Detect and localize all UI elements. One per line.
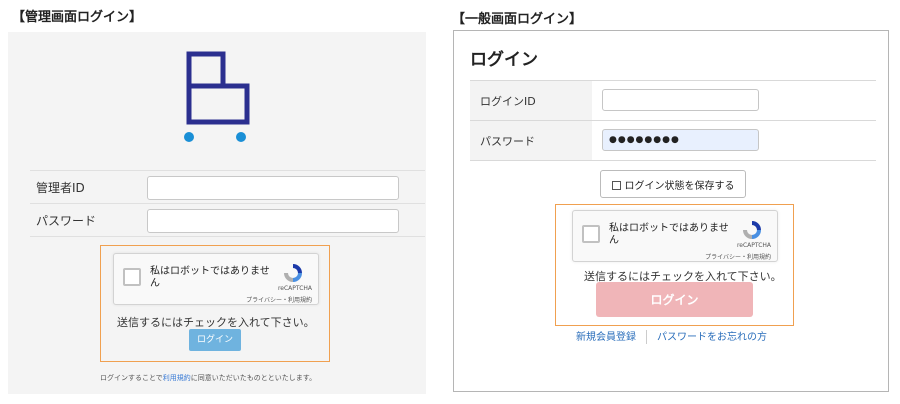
link-separator: [646, 330, 647, 344]
user-links: 新規会員登録 パスワードをお忘れの方: [576, 328, 767, 344]
user-login-panel: ログイン ログインID パスワード ●●●●●●●● ログイン状態を保存する 私…: [453, 30, 889, 392]
admin-captcha-box: 私はロボットではありません reCAPTCHA プライバシー・利用規約 送信する…: [100, 245, 330, 362]
user-login-form: ログインID パスワード ●●●●●●●●: [470, 80, 876, 161]
terms-link[interactable]: 利用規約: [163, 374, 191, 382]
forgot-password-link[interactable]: パスワードをお忘れの方: [657, 332, 767, 343]
user-id-label-cell: ログインID: [470, 81, 592, 120]
checkbox-square-icon: [611, 181, 621, 190]
user-login-button[interactable]: ログイン: [596, 282, 753, 317]
recaptcha-privacy-terms-link[interactable]: プライバシー・利用規約: [246, 295, 312, 304]
cart-logo-icon: [184, 51, 250, 142]
recaptcha-brand: reCAPTCHA: [277, 285, 312, 292]
user-password-row: パスワード ●●●●●●●●: [470, 120, 876, 161]
divider: [30, 236, 425, 237]
admin-captcha-note: 送信するにはチェックを入れて下さい。: [117, 316, 315, 329]
recaptcha-icon: [284, 264, 302, 282]
admin-recaptcha-widget: 私はロボットではありません reCAPTCHA プライバシー・利用規約: [113, 253, 319, 305]
user-captcha-box: 私はロボットではありません reCAPTCHA プライバシー・利用規約 送信する…: [555, 204, 794, 326]
user-id-input[interactable]: [602, 89, 759, 111]
user-recaptcha-checkbox[interactable]: [582, 225, 600, 243]
save-login-state-button[interactable]: ログイン状態を保存する: [600, 170, 746, 198]
user-password-label-cell: パスワード: [470, 121, 592, 160]
admin-terms-agreement: ログインすることで利用規約に同意いただいたものとといたします。: [100, 373, 316, 383]
admin-id-label: 管理者ID: [36, 181, 85, 195]
recaptcha-checkbox-text: 私はロボットではありません: [609, 223, 729, 246]
user-login-heading: 【一般画面ログイン】: [452, 12, 583, 27]
user-password-label: パスワード: [480, 135, 535, 148]
user-password-input[interactable]: ●●●●●●●●: [602, 129, 759, 151]
recaptcha-checkbox-text: 私はロボットではありません: [150, 266, 270, 289]
admin-password-row: パスワード: [30, 203, 425, 236]
user-login-title: ログイン: [470, 50, 538, 70]
admin-login-button[interactable]: ログイン: [189, 329, 241, 351]
agree-prefix: ログインすることで: [100, 374, 163, 382]
admin-id-input[interactable]: [147, 176, 399, 200]
recaptcha-privacy-terms-link[interactable]: プライバシー・利用規約: [705, 252, 771, 261]
register-link[interactable]: 新規会員登録: [576, 332, 636, 343]
save-login-state-label: ログイン状態を保存する: [624, 180, 735, 192]
admin-login-panel: 管理者ID パスワード 私はロボットではありません reCAPTCHA プライバ…: [8, 32, 426, 394]
recaptcha-icon: [743, 221, 761, 239]
agree-suffix: に同意いただいたものとといたします。: [190, 374, 317, 382]
user-recaptcha-widget: 私はロボットではありません reCAPTCHA プライバシー・利用規約: [572, 210, 778, 262]
admin-recaptcha-checkbox[interactable]: [123, 268, 141, 286]
recaptcha-brand: reCAPTCHA: [736, 242, 771, 249]
user-id-row: ログインID: [470, 80, 876, 120]
admin-id-row: 管理者ID: [30, 170, 425, 203]
user-id-label: ログインID: [480, 95, 536, 108]
admin-password-label: パスワード: [36, 214, 97, 228]
admin-login-heading: 【管理画面ログイン】: [12, 10, 143, 25]
admin-password-input[interactable]: [147, 209, 399, 233]
